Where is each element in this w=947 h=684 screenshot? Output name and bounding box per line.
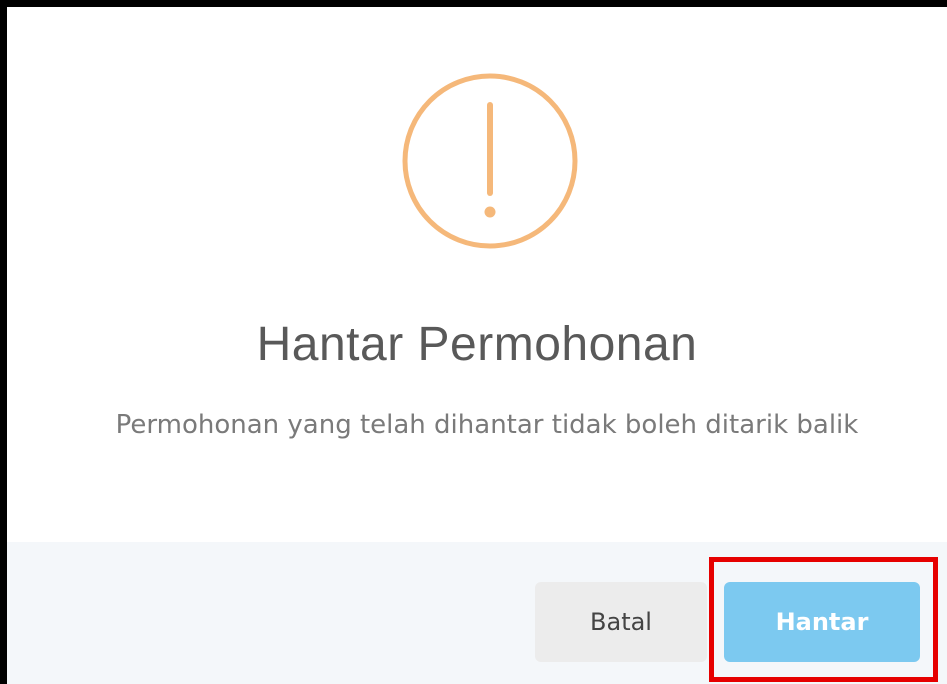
dialog-footer: Batal Hantar <box>7 542 947 684</box>
dialog-title: Hantar Permohonan <box>256 318 698 371</box>
exclamation-circle-icon <box>402 73 578 249</box>
submit-button[interactable]: Hantar <box>724 582 920 662</box>
confirm-dialog: Hantar Permohonan Permohonan yang telah … <box>7 7 947 542</box>
cancel-button[interactable]: Batal <box>535 582 707 662</box>
dialog-message: Permohonan yang telah dihantar tidak bol… <box>115 410 859 440</box>
